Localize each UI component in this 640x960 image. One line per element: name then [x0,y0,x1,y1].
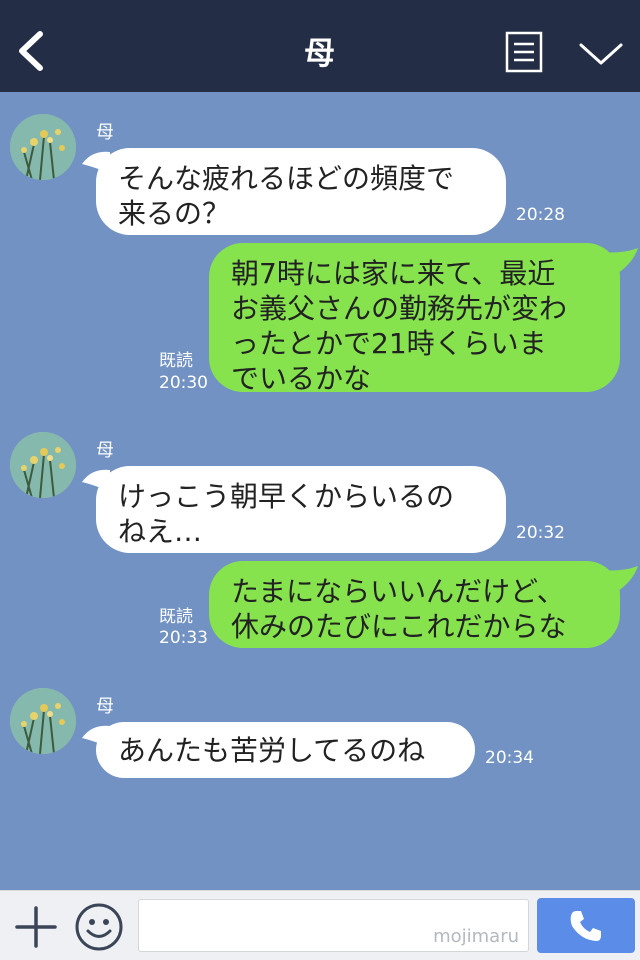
read-receipt: 既読 [159,351,193,371]
message-line: たまにならいいんだけど、 [231,575,565,608]
message-bubble[interactable]: けっこう朝早くからいるの ねえ… [96,466,506,553]
phone-icon [570,911,601,941]
message-input[interactable]: mojimaru [138,899,529,952]
message-bubble[interactable]: そんな疲れるほどの頻度で 来るの？ [96,148,506,235]
message-time: 20:32 [516,523,565,543]
message-time: 20:33 [159,628,208,648]
message-line: ったとかで21時くらいま [231,327,547,360]
chat-header: 母 [0,0,640,92]
message-line: お義父さんの勤務先が変わ [231,292,568,325]
watermark: mojimaru [433,926,519,947]
message-line: 来るの？ [118,197,231,230]
chat-area[interactable]: 母 そんな疲れるほどの頻度で 来るの？ 20:28 既読 20:30 朝7時には… [0,92,640,890]
message-bubble[interactable]: 朝7時には家に来て、最近 お義父さんの勤務先が変わ ったとかで21時くらいま で… [209,243,620,395]
message-line: 休みのたびにこれだからな [231,610,567,643]
message-bubble[interactable]: あんたも苦労してるのね [96,722,475,778]
sender-name: 母 [96,696,114,717]
message-time: 20:30 [159,373,208,393]
message-time: 20:28 [516,205,565,225]
message-line: ねえ… [118,515,203,548]
message-line: けっこう朝早くからいるの [118,480,455,513]
chevron-down-icon[interactable] [578,40,624,68]
input-bar: mojimaru [0,890,640,960]
avatar[interactable] [10,432,76,498]
read-receipt: 既読 [159,607,193,627]
sender-name: 母 [96,122,114,143]
sender-name: 母 [96,440,114,461]
message-time: 20:34 [485,748,534,768]
message-line: あんたも苦労してるのね [118,734,426,767]
note-icon[interactable] [505,31,543,73]
avatar[interactable] [10,688,76,754]
message-line: 朝7時には家に来て、最近 [231,257,556,290]
flower-photo-icon [10,432,76,498]
message-line: でいるかな [231,362,372,395]
flower-photo-icon [10,688,76,754]
plus-icon[interactable] [14,905,58,949]
message-line: そんな疲れるほどの頻度で [118,162,455,195]
chat-title: 母 [304,36,336,72]
call-button[interactable] [537,898,635,953]
avatar[interactable] [10,114,76,180]
message-bubble[interactable]: たまにならいいんだけど、 休みのたびにこれだからな [209,561,620,648]
flower-photo-icon [10,114,76,180]
smile-icon[interactable] [74,902,124,952]
